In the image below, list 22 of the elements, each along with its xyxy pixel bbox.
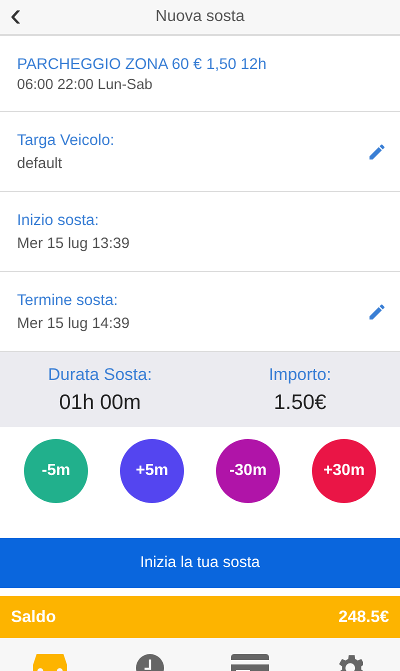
field-value: default — [17, 154, 64, 172]
summary-label: Durata Sosta: — [48, 364, 152, 384]
time-adjust-button[interactable]: -30m — [216, 439, 280, 503]
zone-title: PARCHEGGIO ZONA 60 € 1,50 12h — [17, 56, 268, 74]
time-adjust-button[interactable]: +5m — [120, 439, 184, 503]
back-button[interactable]: ‹ — [6, 0, 26, 30]
balance-value: 248.5€ — [338, 608, 389, 626]
pencil-icon[interactable] — [367, 302, 387, 322]
summary-value: 1.50€ — [274, 390, 326, 414]
time-adjust-button[interactable]: +30m — [312, 439, 376, 503]
zone-hours: 06:00 22:00 Lun-Sab — [17, 77, 154, 93]
summary-label: Importo: — [268, 364, 332, 384]
field-value: Mer 15 lug 14:39 — [17, 314, 131, 332]
screen-title: Nuova sosta — [156, 8, 244, 26]
field-value: Mer 15 lug 13:39 — [17, 234, 131, 252]
field-label: Inizio sosta: — [17, 212, 100, 230]
balance-label: Saldo — [11, 608, 56, 626]
field-label: Termine sosta: — [17, 292, 119, 310]
start-parking-button[interactable]: Inizia la tua sosta — [0, 538, 400, 588]
field-label: Targa Veicolo: — [17, 132, 116, 150]
pencil-icon[interactable] — [367, 142, 387, 162]
summary-value: 01h 00m — [59, 390, 141, 414]
